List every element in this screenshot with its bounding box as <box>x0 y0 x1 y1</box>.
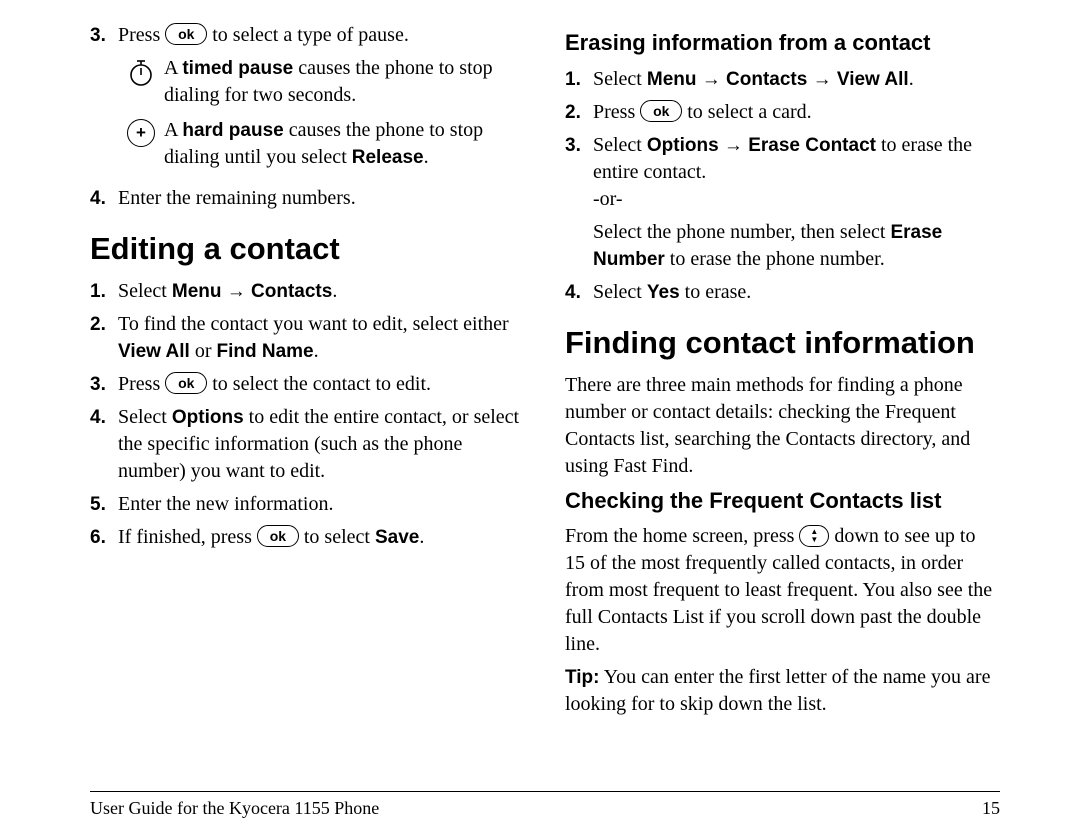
hard-pause-icon: + <box>118 117 164 171</box>
step-3: 3. Press ok to select a type of pause. A… <box>90 22 525 179</box>
ok-icon: ok <box>165 23 207 45</box>
ok-icon: ok <box>165 372 207 394</box>
text: Select <box>593 134 647 156</box>
text: Select <box>593 281 647 303</box>
right-column: Erasing information from a contact 1. Se… <box>565 22 1000 724</box>
erasing-steps: 1. Select Menu → Contacts → View All. 2.… <box>565 66 1000 306</box>
text: . <box>314 340 319 362</box>
edit-step-6: 6. If finished, press ok to select Save. <box>90 524 525 551</box>
page-footer: User Guide for the Kyocera 1155 Phone 15 <box>90 791 1000 819</box>
footer-page-number: 15 <box>982 798 1000 819</box>
edit-step-3: 3. Press ok to select the contact to edi… <box>90 371 525 398</box>
text: to select a type of pause. <box>212 24 409 46</box>
bold: Options <box>172 407 244 428</box>
ok-icon: ok <box>640 100 682 122</box>
step-4: 4. Enter the remaining numbers. <box>90 185 525 212</box>
text: Press <box>118 373 165 395</box>
text: From the home screen, press <box>565 525 799 547</box>
text: . <box>419 526 424 548</box>
text: . <box>424 146 429 168</box>
heading-erasing: Erasing information from a contact <box>565 28 1000 58</box>
heading-checking: Checking the Frequent Contacts list <box>565 486 1000 516</box>
heading-editing-contact: Editing a contact <box>90 228 525 270</box>
bold: Find Name <box>216 341 313 362</box>
step-number: 4. <box>565 279 593 306</box>
tip-paragraph: Tip: You can enter the first letter of t… <box>565 664 1000 718</box>
erase-step-3: 3. Select Options → Erase Contact to era… <box>565 132 1000 273</box>
bold: Yes <box>647 282 680 303</box>
text: to erase the phone number. <box>665 248 885 270</box>
finding-intro: There are three main methods for finding… <box>565 372 1000 480</box>
page-body: 3. Press ok to select a type of pause. A… <box>0 0 1080 724</box>
text: Select <box>118 280 172 302</box>
text: A <box>164 119 182 141</box>
tip-label: Tip: <box>565 667 599 688</box>
bold: View All <box>118 341 190 362</box>
erase-step-2: 2. Press ok to select a card. <box>565 99 1000 126</box>
timed-pause-icon <box>118 55 164 109</box>
checking-paragraph: From the home screen, press down to see … <box>565 523 1000 658</box>
erase-step-1: 1. Select Menu → Contacts → View All. <box>565 66 1000 93</box>
step-number: 4. <box>90 185 118 212</box>
text: Press <box>593 101 640 123</box>
text: or <box>190 340 217 362</box>
text: A <box>164 57 182 79</box>
step-number: 3. <box>90 371 118 398</box>
bold: Save <box>375 527 419 548</box>
left-column: 3. Press ok to select a type of pause. A… <box>90 22 525 724</box>
text: . <box>909 68 914 90</box>
edit-step-5: 5. Enter the new information. <box>90 491 525 518</box>
pause-types-list: A timed pause causes the phone to stop d… <box>118 55 525 171</box>
text: If finished, press <box>118 526 257 548</box>
step-number: 2. <box>565 99 593 126</box>
step-number: 1. <box>565 66 593 93</box>
step-number: 1. <box>90 278 118 305</box>
text: to select a card. <box>682 101 811 123</box>
edit-step-2: 2. To find the contact you want to edit,… <box>90 311 525 365</box>
timed-pause-item: A timed pause causes the phone to stop d… <box>118 55 525 109</box>
bold: Release <box>352 147 424 168</box>
step-number: 3. <box>90 22 118 179</box>
heading-finding: Finding contact information <box>565 322 1000 364</box>
text: . <box>332 280 337 302</box>
text: Select <box>593 68 647 90</box>
edit-step-1: 1. Select Menu → Contacts. <box>90 278 525 305</box>
text: To find the contact you want to edit, se… <box>118 313 509 335</box>
text: to erase. <box>680 281 752 303</box>
bold: Menu → Contacts <box>172 281 332 302</box>
step-number: 4. <box>90 404 118 485</box>
nav-updown-icon <box>799 525 829 547</box>
erase-step-4: 4. Select Yes to erase. <box>565 279 1000 306</box>
footer-title: User Guide for the Kyocera 1155 Phone <box>90 798 379 819</box>
bold: timed pause <box>182 58 293 79</box>
bold: hard pause <box>182 120 283 141</box>
text: Select the phone number, then select <box>593 221 890 243</box>
editing-steps: 1. Select Menu → Contacts. 2. To find th… <box>90 278 525 551</box>
text: Press <box>118 24 165 46</box>
text: to select <box>299 526 375 548</box>
step-number: 3. <box>565 132 593 273</box>
text: Select <box>118 406 172 428</box>
edit-step-4: 4. Select Options to edit the entire con… <box>90 404 525 485</box>
or-divider: -or- <box>593 186 1000 213</box>
text: Enter the new information. <box>118 491 525 518</box>
step-number: 6. <box>90 524 118 551</box>
hard-pause-item: + A hard pause causes the phone to stop … <box>118 117 525 171</box>
pause-steps-continued: 3. Press ok to select a type of pause. A… <box>90 22 525 212</box>
bold: Options → Erase Contact <box>647 135 876 156</box>
text: Enter the remaining numbers. <box>118 185 525 212</box>
step-number: 5. <box>90 491 118 518</box>
step-number: 2. <box>90 311 118 365</box>
bold: Menu → Contacts → View All <box>647 69 909 90</box>
text: to select the contact to edit. <box>207 373 431 395</box>
text: You can enter the first letter of the na… <box>565 666 990 715</box>
ok-icon: ok <box>257 525 299 547</box>
